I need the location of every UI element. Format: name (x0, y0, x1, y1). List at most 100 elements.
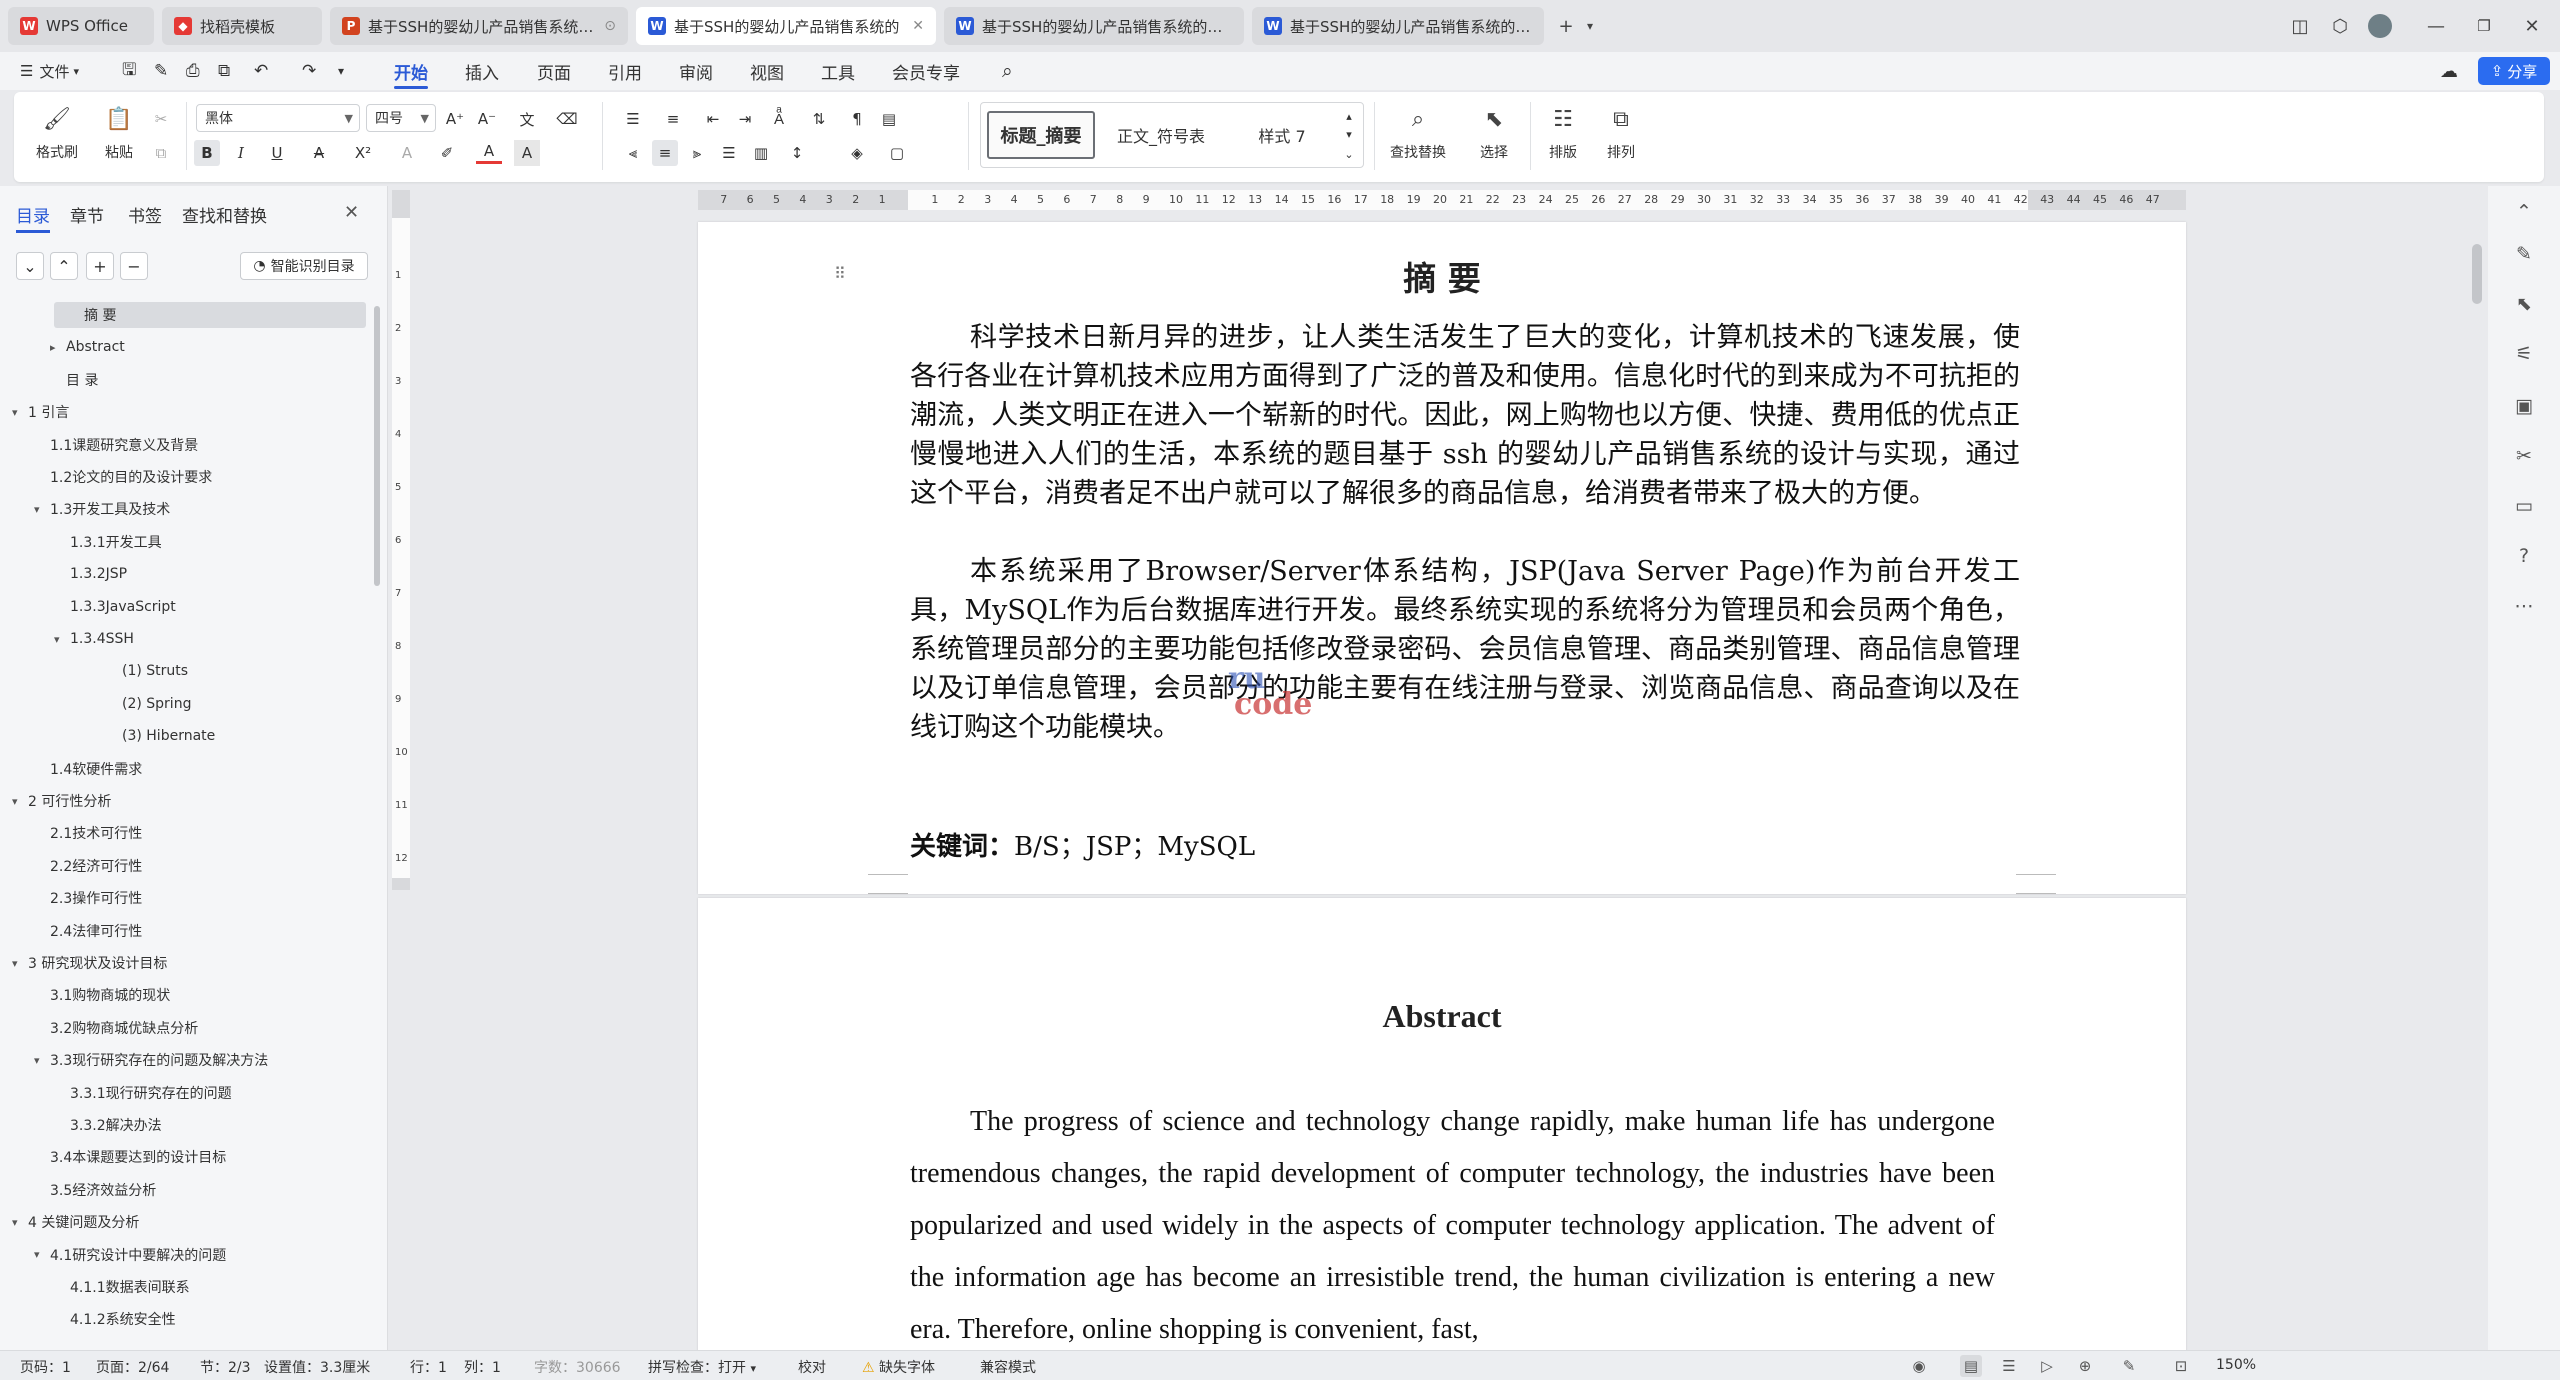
image-edit-icon[interactable]: ▣ (2510, 392, 2538, 420)
toc-scrollbar[interactable] (374, 306, 380, 586)
file-menu[interactable]: ☰ 文件 ▾ (20, 58, 79, 84)
vertical-ruler[interactable]: 1 2 3 4 5 6 7 8 9 10 11 12 (392, 190, 410, 890)
cut-icon[interactable]: ✂ (148, 106, 174, 132)
style-body-symbols[interactable]: 正文_符号表 (1101, 111, 1221, 159)
superscript-button[interactable]: X² (350, 140, 376, 166)
chevron-down-icon[interactable]: ▾ (1339, 125, 1359, 143)
outline-view-icon[interactable]: ☰ (1998, 1355, 2020, 1377)
bullet-list-icon[interactable]: ☰ (620, 106, 646, 132)
search-icon[interactable]: ⌕ (1002, 58, 1013, 84)
caret-icon[interactable]: ▾ (34, 1248, 50, 1261)
play-icon[interactable]: ▷ (2036, 1355, 2058, 1377)
toc-item[interactable]: 4.1.1数据表间联系 (54, 1274, 190, 1300)
tab-ppt-document[interactable]: P 基于SSH的婴幼儿产品销售系统的设 ⊙ (330, 7, 628, 45)
window-close-icon[interactable]: ✕ (2518, 12, 2546, 40)
toc-item[interactable]: 1.2论文的目的及设计要求 (34, 464, 212, 490)
tab-document-3[interactable]: W 基于SSH的婴幼儿产品销售系统的开发 (944, 7, 1244, 45)
decrease-indent-icon[interactable]: ⇤ (700, 106, 726, 132)
find-replace-button[interactable]: ⌕ 查找替换 (1378, 104, 1458, 162)
toc-item[interactable]: 3.4本课题要达到的设计目标 (34, 1144, 226, 1170)
toc-item[interactable]: 3.2购物商城优缺点分析 (34, 1015, 198, 1041)
more-icon[interactable]: ⋯ (2510, 592, 2538, 620)
caret-icon[interactable]: ▾ (54, 633, 70, 646)
book-icon[interactable]: ▭ (2510, 492, 2538, 520)
menu-review[interactable]: 审阅 (679, 58, 713, 84)
fit-page-icon[interactable]: ⊡ (2170, 1355, 2192, 1377)
toc-item[interactable]: (1) Struts (106, 658, 188, 684)
add-heading-icon[interactable]: + (86, 252, 114, 280)
tab-docer[interactable]: ◆ 找稻壳模板 (162, 7, 322, 45)
toc-item[interactable]: 1.3.2JSP (54, 561, 127, 587)
numbered-list-icon[interactable]: ≡ (660, 106, 686, 132)
toc-item[interactable]: 4.1.2系统安全性 (54, 1306, 176, 1332)
shading-icon[interactable]: ◈ (844, 140, 870, 166)
toc-item[interactable]: 1.4软硬件需求 (34, 756, 142, 782)
status-page-code[interactable]: 页码：1 (20, 1357, 71, 1377)
toc-item[interactable]: 1.3.3JavaScript (54, 594, 176, 620)
toc-item[interactable]: 目 录 (50, 367, 98, 393)
collapse-down-icon[interactable]: ⌄ (16, 252, 44, 280)
char-shading-icon[interactable]: A (514, 140, 540, 166)
status-row[interactable]: 行：1 (410, 1357, 447, 1377)
help-icon[interactable]: ? (2510, 542, 2538, 570)
toc-item[interactable]: ▾ 1.3开发工具及技术 (34, 496, 170, 522)
caret-icon[interactable]: ▾ (12, 1216, 28, 1229)
align-center-icon[interactable]: ≡ (652, 140, 678, 166)
toc-item[interactable]: ▾ 2 可行性分析 (12, 788, 111, 814)
toc-item[interactable]: 2.3操作可行性 (34, 885, 142, 911)
toc-item[interactable]: 3.1购物商城的现状 (34, 982, 170, 1008)
chevron-up-icon[interactable]: ⌃ (50, 252, 78, 280)
distributed-icon[interactable]: ▥ (748, 140, 774, 166)
cursor-icon[interactable]: ⬉ (2510, 290, 2538, 318)
nav-tab-toc[interactable]: 目录 (16, 202, 50, 233)
tab-active-document[interactable]: W 基于SSH的婴幼儿产品销售系统的 ✕ (636, 7, 936, 45)
menu-insert[interactable]: 插入 (465, 58, 499, 84)
page-view-icon[interactable]: ▤ (1960, 1355, 1982, 1377)
toc-item[interactable]: 1.3.1开发工具 (54, 529, 162, 555)
toc-item[interactable]: 3.5经济效益分析 (34, 1177, 156, 1203)
tab-document-4[interactable]: W 基于SSH的婴幼儿产品销售系统的开发 (1252, 7, 1544, 45)
page-abstract-zh[interactable]: ⠿ 摘 要 科学技术日新月异的进步，让人类生活发生了巨大的变化，计算机技术的飞速… (698, 222, 2186, 894)
toc-item[interactable]: 1.1课题研究意义及背景 (34, 432, 198, 458)
layout-icon[interactable]: ◫ (2286, 12, 2314, 40)
menu-home[interactable]: 开始 (394, 58, 428, 89)
strikethrough-button[interactable]: A (306, 140, 332, 166)
sliders-icon[interactable]: ⚟ (2510, 340, 2538, 368)
show-marks-icon[interactable]: ¶ (844, 106, 870, 132)
document-scrollbar[interactable] (2472, 244, 2482, 304)
tab-wps-office[interactable]: W WPS Office (8, 7, 154, 45)
status-col[interactable]: 列：1 (464, 1357, 501, 1377)
toc-item[interactable]: 2.4法律可行性 (34, 918, 142, 944)
expand-styles-icon[interactable]: ⌄ (1339, 145, 1359, 163)
menu-tools[interactable]: 工具 (821, 58, 855, 84)
smart-toc-button[interactable]: ◔ 智能识别目录 (240, 252, 368, 280)
menu-page[interactable]: 页面 (537, 58, 571, 84)
caret-icon[interactable]: ▾ (12, 406, 28, 419)
chevron-up-icon[interactable]: ▴ (1339, 107, 1359, 125)
toc-item[interactable]: 2.1技术可行性 (34, 820, 142, 846)
toc-item[interactable]: ▾ 1 引言 (12, 399, 69, 425)
missing-font-button[interactable]: ⚠ 缺失字体 (862, 1357, 935, 1377)
chevron-up-icon[interactable]: ⌃ (2510, 198, 2538, 226)
select-button[interactable]: ⬉ 选择 (1466, 104, 1522, 162)
shrink-font-icon[interactable]: A⁻ (474, 106, 500, 132)
caret-icon[interactable]: ▸ (50, 341, 66, 354)
edit-doc-icon[interactable]: ✎ (154, 58, 168, 84)
redo-icon[interactable]: ↷ (302, 58, 316, 84)
caret-icon[interactable]: ▾ (34, 1054, 50, 1067)
web-view-icon[interactable]: ⊕ (2074, 1355, 2096, 1377)
nav-tab-find[interactable]: 查找和替换 (182, 202, 267, 227)
layout-button[interactable]: ☷ 排版 (1538, 104, 1588, 162)
eye-icon[interactable]: ◉ (1908, 1355, 1930, 1377)
remove-heading-icon[interactable]: − (120, 252, 148, 280)
toc-item[interactable]: ▾ 3.3现行研究存在的问题及解决方法 (34, 1047, 268, 1073)
pinyin-icon[interactable]: 文 (514, 106, 540, 132)
toc-item[interactable]: 摘 要 (54, 302, 366, 328)
close-panel-icon[interactable]: ✕ (344, 202, 359, 223)
style-7[interactable]: 样式 7 (1227, 111, 1337, 159)
save-icon[interactable]: 🖫 (122, 58, 136, 84)
cloud-sync-icon[interactable]: ☁ (2440, 58, 2458, 84)
toc-item[interactable]: (3) Hibernate (106, 723, 215, 749)
cube-icon[interactable]: ⬡ (2326, 12, 2354, 40)
tab-pin-icon[interactable]: ⊙ (604, 18, 616, 34)
